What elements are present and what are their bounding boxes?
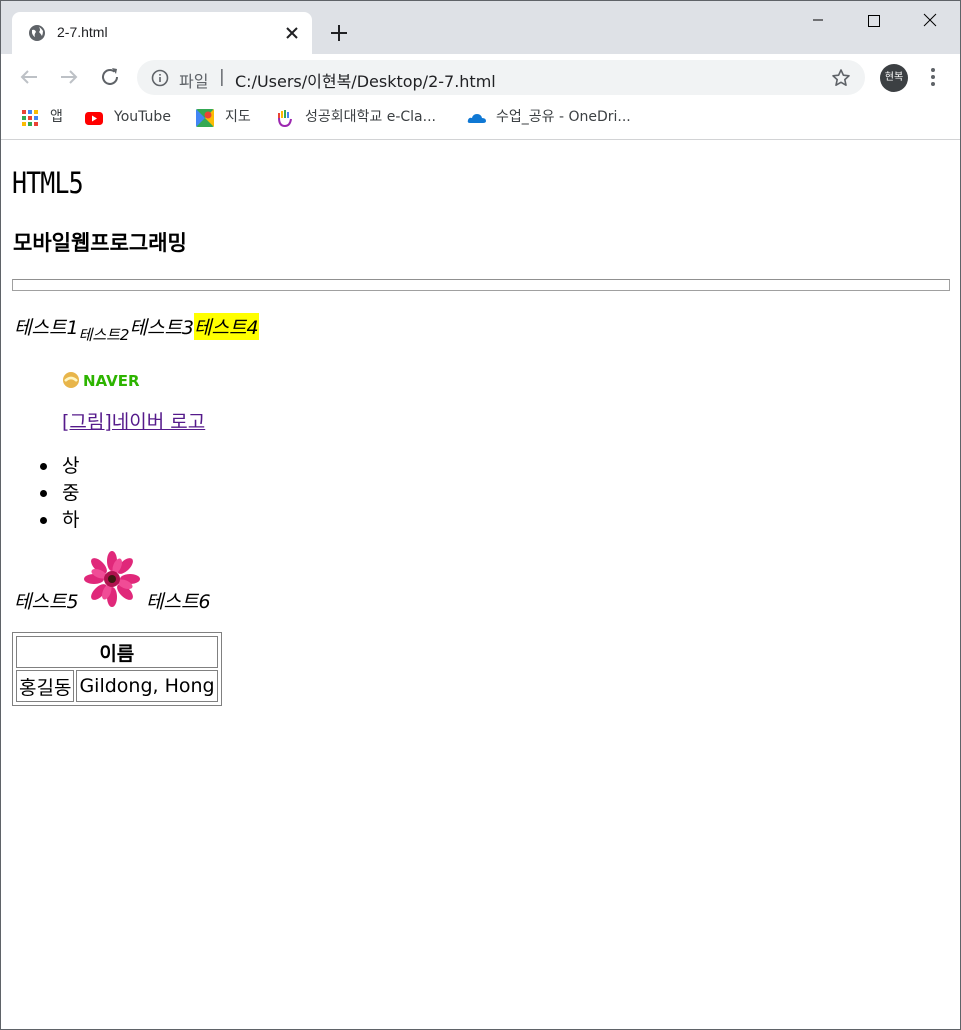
tab-title: 2-7.html	[57, 24, 108, 40]
bullet-icon	[40, 517, 47, 524]
youtube-icon	[85, 112, 103, 125]
test4-highlight: 테스트4	[194, 313, 259, 340]
bookmark-star-icon[interactable]	[831, 68, 851, 88]
hand-logo-icon	[278, 110, 292, 127]
onedrive-icon	[467, 114, 486, 123]
new-tab-icon[interactable]	[328, 22, 350, 44]
test5-text: 테스트5	[14, 591, 79, 613]
maps-icon	[196, 109, 214, 127]
apps-grid-icon	[22, 110, 38, 126]
list-item: 상	[37, 453, 79, 480]
address-bar[interactable]: 파일 | C:/Users/이현복/Desktop/2-7.html	[137, 60, 865, 95]
url-text[interactable]: C:/Users/이현복/Desktop/2-7.html	[235, 68, 496, 92]
bullet-icon	[40, 463, 47, 470]
globe-icon	[29, 25, 45, 41]
page-heading-h3: 모바일웹프로그래밍	[13, 231, 187, 255]
more-menu-icon[interactable]	[923, 66, 943, 88]
bookmarks-bar: 앱 YouTube 지도 성공회대학교 e-Cla... 수업_공유 - One…	[1, 100, 960, 140]
back-arrow-icon[interactable]	[17, 65, 41, 89]
figure-caption-link[interactable]: [그림]네이버 로고	[62, 407, 205, 434]
test3-text: 테스트3	[129, 317, 195, 339]
table: 이름 홍길동 Gildong, Hong	[14, 634, 220, 704]
browser-window: 2-7.html 파일 | C:/Users/이현복/Desktop/2-7.h…	[0, 0, 961, 1030]
test1-text: 테스트1	[14, 317, 79, 339]
tab-strip: 2-7.html	[1, 1, 960, 54]
bookmark-label: 수업_공유 - OneDri...	[496, 109, 631, 125]
bookmark-label: 앱	[50, 109, 63, 125]
table-cell-english-name: Gildong, Hong	[76, 670, 218, 702]
bullet-icon	[40, 490, 47, 497]
url-separator: |	[219, 67, 225, 87]
horizontal-rule	[12, 279, 950, 291]
reload-icon[interactable]	[98, 65, 122, 89]
list-item-text: 중	[62, 482, 80, 504]
maximize-icon[interactable]	[851, 7, 897, 35]
toolbar: 파일 | C:/Users/이현복/Desktop/2-7.html 현복	[1, 54, 960, 100]
test6-text: 테스트6	[146, 591, 211, 613]
bookmark-label: 성공회대학교 e-Cla...	[305, 109, 436, 125]
list-item-text: 상	[62, 455, 80, 477]
inline-test-line: 테스트1테스트2테스트3테스트4	[14, 313, 259, 344]
profile-avatar[interactable]: 현복	[880, 64, 908, 92]
close-tab-icon[interactable]	[282, 23, 302, 43]
table-row: 홍길동 Gildong, Hong	[16, 670, 218, 702]
table-header-name: 이름	[16, 636, 218, 668]
window-close-icon[interactable]	[907, 7, 953, 35]
list-item: 하	[37, 507, 79, 534]
name-table: 이름 홍길동 Gildong, Hong	[12, 632, 222, 706]
page-heading-h1: HTML5	[12, 166, 84, 200]
bookmark-label: 지도	[225, 109, 251, 125]
bookmark-label: YouTube	[114, 109, 171, 125]
tab-active[interactable]: 2-7.html	[12, 12, 312, 54]
gerbera-flower-image	[84, 551, 140, 607]
table-cell-korean-name: 홍길동	[16, 670, 75, 702]
test2-subscript: 테스트2	[78, 326, 130, 344]
forward-arrow-icon[interactable]	[57, 65, 81, 89]
naver-logo-image: NAVER	[63, 372, 140, 390]
unordered-list: 상 중 하	[37, 453, 79, 534]
url-scheme: 파일	[179, 72, 209, 91]
list-item: 중	[37, 480, 79, 507]
list-item-text: 하	[62, 509, 80, 531]
minimize-icon[interactable]	[795, 7, 841, 35]
flower-test-line: 테스트5 테스트6	[14, 551, 274, 621]
info-icon[interactable]	[151, 69, 169, 87]
page-content: HTML5 모바일웹프로그래밍 테스트1테스트2테스트3테스트4 NAVER […	[1, 141, 960, 1029]
naver-logo-text: NAVER	[83, 372, 140, 390]
table-header-row: 이름	[16, 636, 218, 668]
